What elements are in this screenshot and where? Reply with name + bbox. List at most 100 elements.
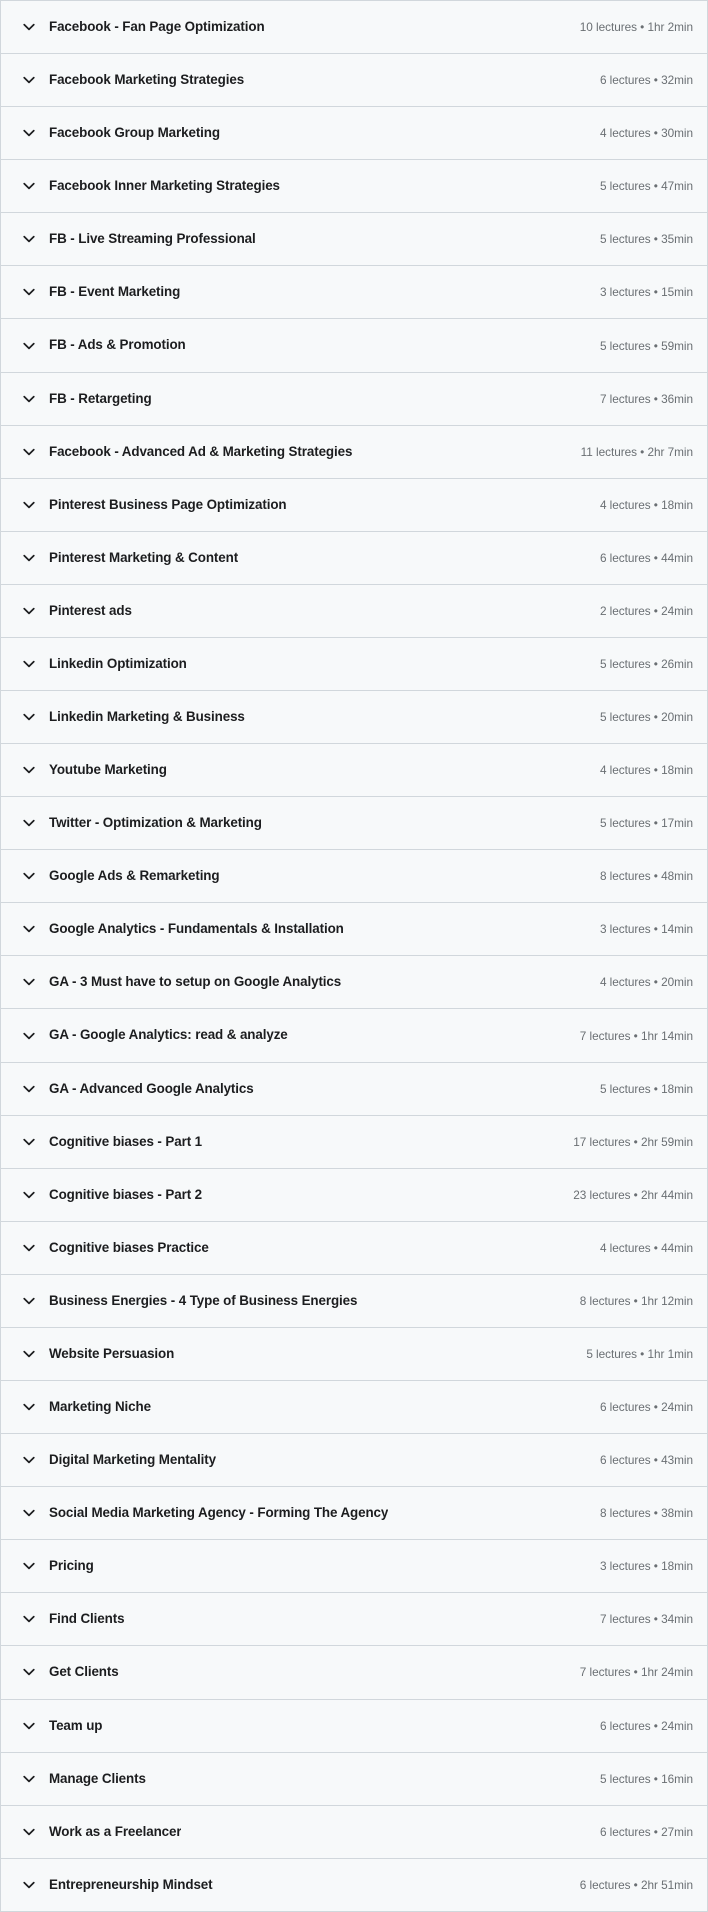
chevron-down-icon[interactable]: [21, 231, 37, 247]
curriculum-section-row[interactable]: Linkedin Optimization 5 lectures • 26min: [1, 637, 707, 692]
section-title: Pinterest Business Page Optimization: [49, 496, 287, 512]
chevron-down-icon[interactable]: [21, 1240, 37, 1256]
curriculum-section-row[interactable]: Work as a Freelancer 6 lectures • 27min: [1, 1805, 707, 1859]
chevron-down-icon[interactable]: [21, 1187, 37, 1203]
chevron-down-icon[interactable]: [21, 1452, 37, 1468]
section-row-left: FB - Ads & Promotion: [1, 337, 588, 353]
section-title: FB - Live Streaming Professional: [49, 231, 256, 247]
chevron-down-icon[interactable]: [21, 1611, 37, 1627]
curriculum-section-row[interactable]: FB - Event Marketing 3 lectures • 15min: [1, 266, 707, 320]
curriculum-section-row[interactable]: Manage Clients 5 lectures • 16min: [1, 1752, 707, 1806]
curriculum-section-row[interactable]: Get Clients 7 lectures • 1hr 24min: [1, 1646, 707, 1700]
section-title: Website Persuasion: [49, 1345, 175, 1361]
curriculum-section-row[interactable]: Website Persuasion 5 lectures • 1hr 1min: [1, 1327, 707, 1382]
chevron-down-icon[interactable]: [21, 1293, 37, 1309]
section-row-left: Social Media Marketing Agency - Forming …: [1, 1505, 588, 1521]
curriculum-section-row[interactable]: Facebook - Fan Page Optimization 10 lect…: [1, 1, 707, 55]
curriculum-section-row[interactable]: Team up 6 lectures • 24min: [1, 1699, 707, 1753]
chevron-down-icon[interactable]: [21, 1718, 37, 1734]
curriculum-section-row[interactable]: Pricing 3 lectures • 18min: [1, 1540, 707, 1594]
chevron-down-icon[interactable]: [21, 391, 37, 407]
section-title: Entrepreneurship Mindset: [49, 1876, 213, 1892]
curriculum-section-row[interactable]: Find Clients 7 lectures • 34min: [1, 1593, 707, 1647]
chevron-down-icon[interactable]: [21, 762, 37, 778]
curriculum-section-row[interactable]: Facebook Inner Marketing Strategies 5 le…: [1, 160, 707, 214]
section-row-left: Pinterest Business Page Optimization: [1, 497, 588, 513]
section-row-left: Linkedin Marketing & Business: [1, 709, 588, 725]
section-row-left: Pinterest Marketing & Content: [1, 550, 588, 566]
chevron-down-icon[interactable]: [21, 550, 37, 566]
chevron-down-icon[interactable]: [21, 125, 37, 141]
chevron-down-icon[interactable]: [21, 709, 37, 725]
section-title: Work as a Freelancer: [49, 1823, 182, 1839]
curriculum-section-row[interactable]: Linkedin Marketing & Business 5 lectures…: [1, 691, 707, 745]
section-row-left: Facebook Group Marketing: [1, 125, 588, 141]
curriculum-section-row[interactable]: Pinterest Business Page Optimization 4 l…: [1, 478, 707, 532]
section-meta: 4 lectures • 30min: [599, 126, 693, 141]
chevron-down-icon[interactable]: [21, 974, 37, 990]
curriculum-section-row[interactable]: Twitter - Optimization & Marketing 5 lec…: [1, 797, 707, 851]
curriculum-section-row[interactable]: Google Ads & Remarketing 8 lectures • 48…: [1, 850, 707, 904]
chevron-down-icon[interactable]: [21, 1134, 37, 1150]
curriculum-section-row[interactable]: Pinterest Marketing & Content 6 lectures…: [1, 531, 707, 585]
chevron-down-icon[interactable]: [21, 1771, 37, 1787]
curriculum-section-row[interactable]: Cognitive biases Practice 4 lectures • 4…: [1, 1221, 707, 1275]
curriculum-section-row[interactable]: FB - Live Streaming Professional 5 lectu…: [1, 213, 707, 267]
section-meta: 5 lectures • 18min: [599, 1081, 693, 1096]
chevron-down-icon[interactable]: [21, 1028, 37, 1044]
curriculum-section-row[interactable]: Social Media Marketing Agency - Forming …: [1, 1487, 707, 1541]
curriculum-section-row[interactable]: GA - Google Analytics: read & analyze 7 …: [1, 1009, 707, 1063]
chevron-down-icon[interactable]: [21, 1399, 37, 1415]
section-meta: 17 lectures • 2hr 59min: [573, 1134, 693, 1149]
curriculum-section-row[interactable]: Facebook - Advanced Ad & Marketing Strat…: [1, 425, 707, 479]
curriculum-section-row[interactable]: Entrepreneurship Mindset 6 lectures • 2h…: [1, 1858, 707, 1911]
chevron-down-icon[interactable]: [21, 868, 37, 884]
curriculum-section-row[interactable]: FB - Retargeting 7 lectures • 36min: [1, 372, 707, 426]
curriculum-section-row[interactable]: Google Analytics - Fundamentals & Instal…: [1, 903, 707, 957]
section-title: Facebook - Fan Page Optimization: [49, 19, 265, 34]
curriculum-section-row[interactable]: Cognitive biases - Part 2 23 lectures • …: [1, 1168, 707, 1222]
section-row-left: Facebook - Advanced Ad & Marketing Strat…: [1, 444, 569, 460]
section-title: Facebook Group Marketing: [49, 125, 220, 141]
section-title: FB - Ads & Promotion: [49, 337, 186, 353]
section-meta: 4 lectures • 44min: [599, 1240, 693, 1255]
section-row-left: Manage Clients: [1, 1771, 588, 1787]
section-title: Pinterest ads: [49, 602, 132, 618]
chevron-down-icon[interactable]: [21, 815, 37, 831]
section-meta: 5 lectures • 1hr 1min: [586, 1346, 693, 1361]
curriculum-section-row[interactable]: Facebook Marketing Strategies 6 lectures…: [1, 54, 707, 108]
chevron-down-icon[interactable]: [21, 656, 37, 672]
section-row-left: Marketing Niche: [1, 1399, 588, 1415]
chevron-down-icon[interactable]: [21, 178, 37, 194]
chevron-down-icon[interactable]: [21, 338, 37, 354]
section-title: Manage Clients: [49, 1770, 146, 1786]
section-row-left: Pricing: [1, 1558, 588, 1574]
chevron-down-icon[interactable]: [21, 1558, 37, 1574]
curriculum-section-row[interactable]: FB - Ads & Promotion 5 lectures • 59min: [1, 319, 707, 373]
chevron-down-icon[interactable]: [21, 284, 37, 300]
chevron-down-icon[interactable]: [21, 444, 37, 460]
curriculum-section-row[interactable]: Marketing Niche 6 lectures • 24min: [1, 1381, 707, 1435]
chevron-down-icon[interactable]: [21, 19, 37, 35]
curriculum-section-row[interactable]: GA - Advanced Google Analytics 5 lecture…: [1, 1062, 707, 1116]
section-row-left: Twitter - Optimization & Marketing: [1, 815, 588, 831]
curriculum-section-row[interactable]: Pinterest ads 2 lectures • 24min: [1, 584, 707, 638]
section-meta: 6 lectures • 24min: [599, 1400, 693, 1415]
section-title: Pinterest Marketing & Content: [49, 549, 239, 565]
chevron-down-icon[interactable]: [21, 1824, 37, 1840]
chevron-down-icon[interactable]: [21, 72, 37, 88]
chevron-down-icon[interactable]: [21, 603, 37, 619]
chevron-down-icon[interactable]: [21, 921, 37, 937]
chevron-down-icon[interactable]: [21, 497, 37, 513]
curriculum-section-row[interactable]: GA - 3 Must have to setup on Google Anal…: [1, 956, 707, 1010]
curriculum-section-row[interactable]: Cognitive biases - Part 1 17 lectures • …: [1, 1115, 707, 1169]
chevron-down-icon[interactable]: [21, 1505, 37, 1521]
chevron-down-icon[interactable]: [21, 1664, 37, 1680]
curriculum-section-row[interactable]: Youtube Marketing 4 lectures • 18min: [1, 744, 707, 798]
curriculum-section-row[interactable]: Business Energies - 4 Type of Business E…: [1, 1274, 707, 1328]
curriculum-section-row[interactable]: Facebook Group Marketing 4 lectures • 30…: [1, 107, 707, 161]
chevron-down-icon[interactable]: [21, 1081, 37, 1097]
curriculum-section-row[interactable]: Digital Marketing Mentality 6 lectures •…: [1, 1434, 707, 1488]
chevron-down-icon[interactable]: [21, 1877, 37, 1893]
chevron-down-icon[interactable]: [21, 1346, 37, 1362]
